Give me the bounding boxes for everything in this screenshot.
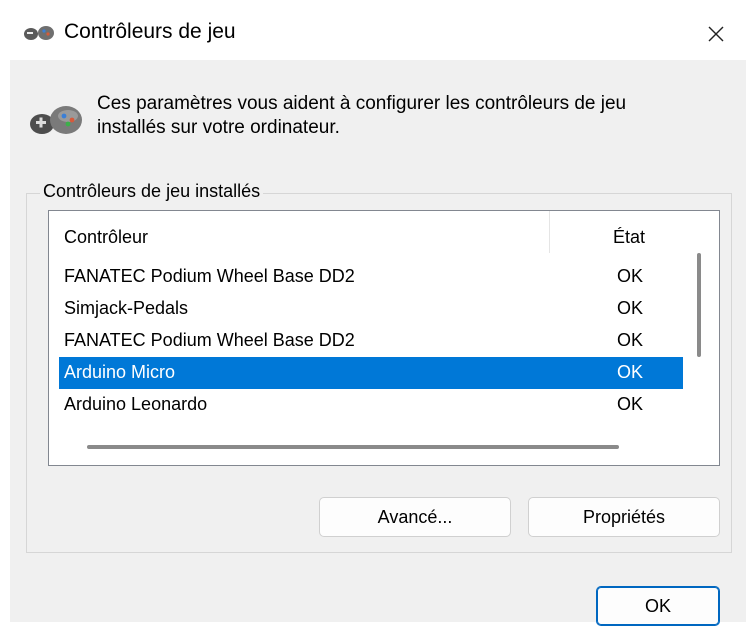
footer-divider (10, 580, 746, 581)
group-label: Contrôleurs de jeu installés (40, 181, 264, 202)
column-header-state[interactable]: État (613, 227, 645, 248)
properties-button[interactable]: Propriétés (528, 497, 720, 537)
controller-name: FANATEC Podium Wheel Base DD2 (64, 266, 355, 286)
column-separator[interactable] (549, 211, 550, 253)
controller-state: OK (617, 330, 644, 350)
description-text: Ces paramètres vous aident à configurer … (97, 93, 627, 138)
controller-state: OK (617, 298, 644, 318)
controllers-list[interactable]: Contrôleur État FANATEC Podium Wheel Bas… (48, 210, 720, 466)
list-header: Contrôleur État (49, 211, 683, 261)
controller-name: FANATEC Podium Wheel Base DD2 (64, 330, 355, 350)
horizontal-scrollbar[interactable] (87, 445, 619, 449)
ok-button[interactable]: OK (596, 586, 720, 626)
list-item-selected[interactable]: Arduino Micro OK (59, 357, 683, 389)
controller-name: Simjack-Pedals (64, 298, 189, 318)
advanced-button[interactable]: Avancé... (319, 497, 511, 537)
window-title: Contrôleurs de jeu (64, 20, 236, 43)
controller-state: OK (617, 394, 644, 414)
game-controllers-dialog: Contrôleurs de jeu Ces paramètres vous a… (10, 8, 746, 626)
controller-state: OK (617, 266, 644, 286)
column-header-controller[interactable]: Contrôleur (64, 227, 148, 248)
controller-name: Arduino Leonardo (64, 394, 208, 414)
title-bar: Contrôleurs de jeu (10, 8, 746, 60)
dialog-content: Ces paramètres vous aident à configurer … (10, 60, 746, 626)
gamepad-icon (24, 26, 54, 40)
controller-name: Arduino Micro (64, 362, 176, 382)
list-item[interactable]: Arduino Leonardo OK (59, 389, 683, 421)
list-item[interactable]: Simjack-Pedals OK (59, 293, 683, 325)
controller-state: OK (617, 362, 644, 382)
list-item[interactable]: FANATEC Podium Wheel Base DD2 OK (59, 261, 683, 293)
close-button[interactable] (686, 8, 746, 60)
list-item[interactable]: FANATEC Podium Wheel Base DD2 OK (59, 325, 683, 357)
close-icon (708, 26, 724, 42)
gamepad-icon (30, 106, 82, 134)
vertical-scrollbar[interactable] (697, 253, 701, 357)
